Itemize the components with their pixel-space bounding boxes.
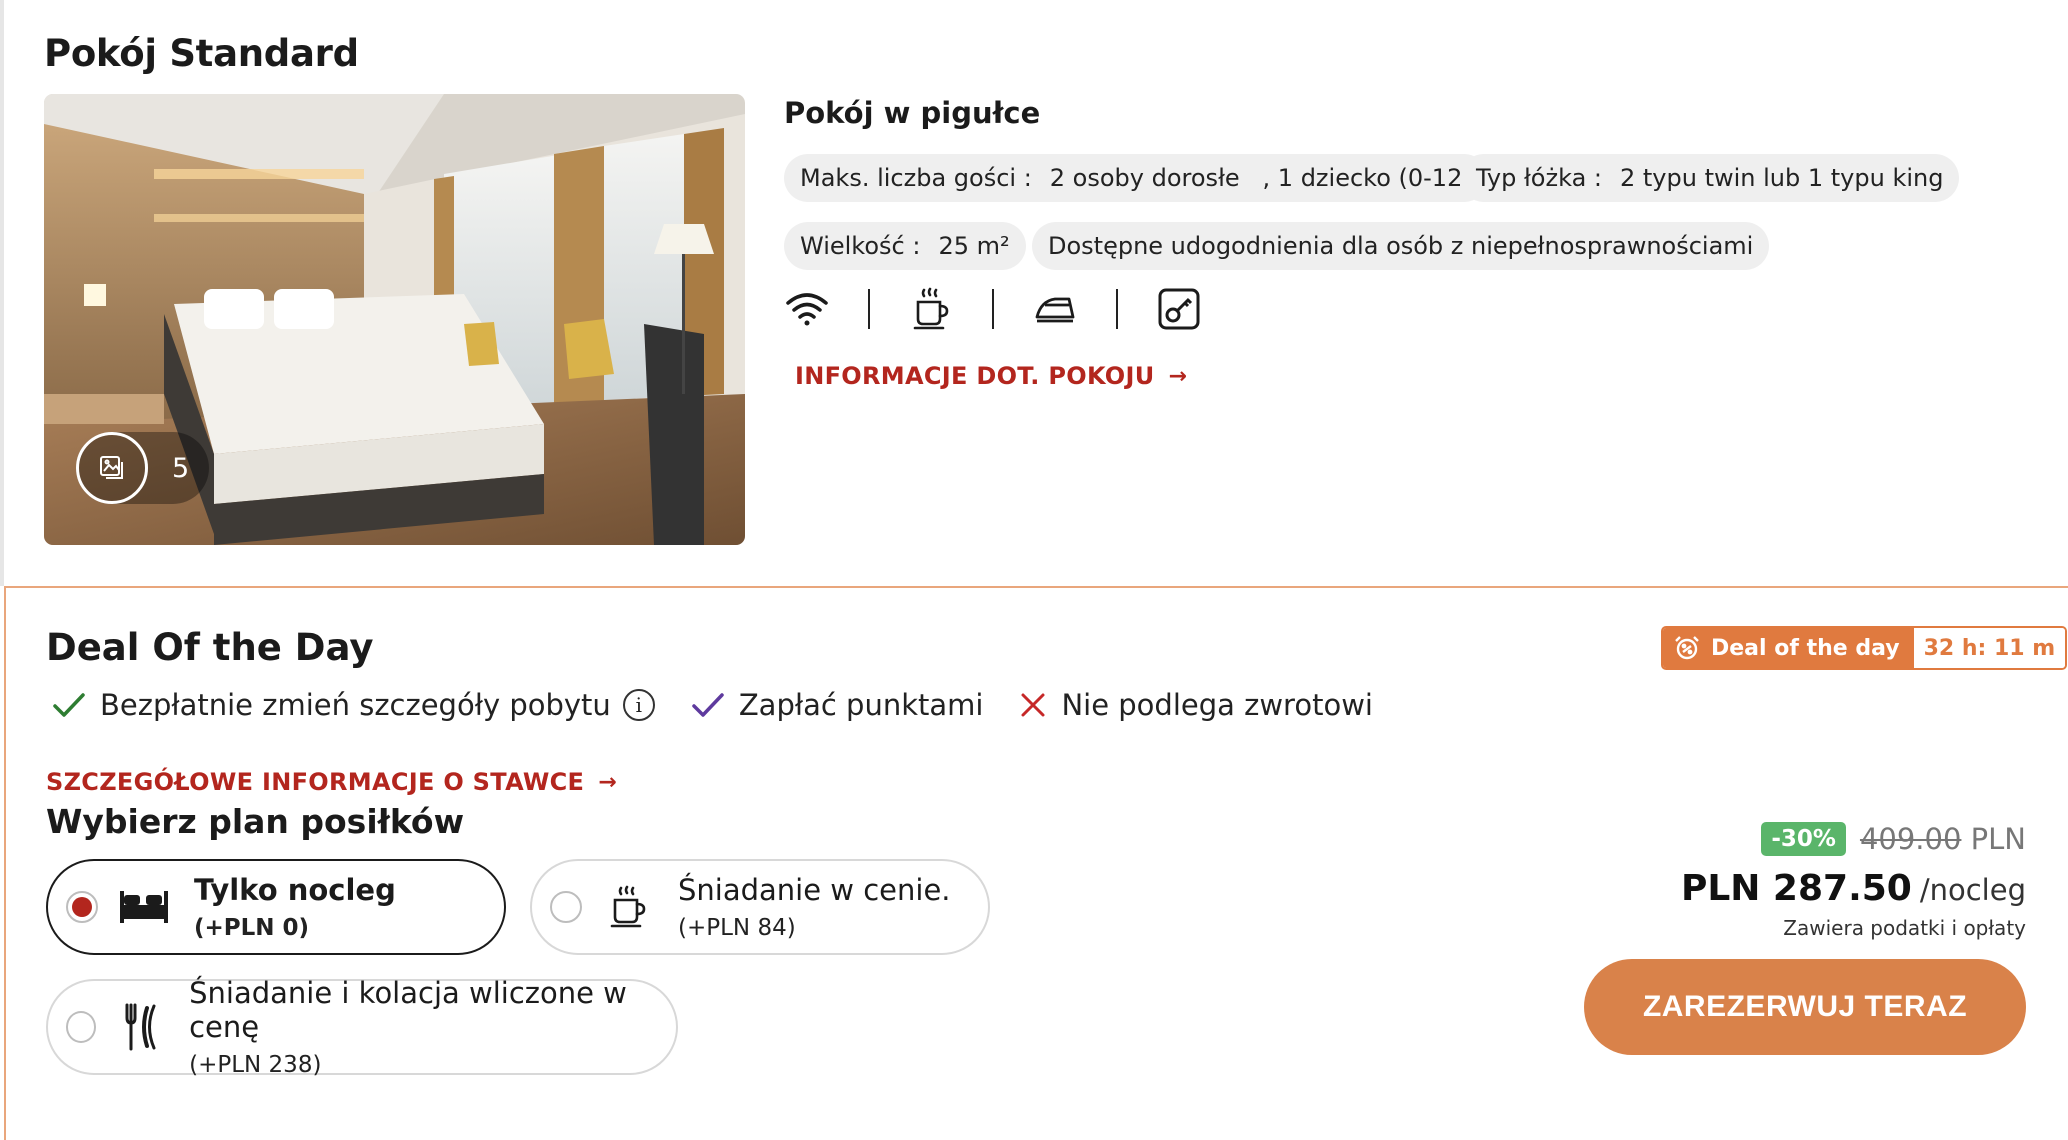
meal-price: (+PLN 238) [189,1052,322,1078]
old-price-currency: PLN [1961,822,2026,856]
gallery-count: 5 [172,452,190,484]
meal-text: Śniadanie w cenie. (+PLN 84) [678,873,951,941]
wifi-icon [784,286,830,332]
current-price-row: PLN 287.50 /nocleg [1681,868,2026,909]
price-discount-row: -30% 409.00 PLN [1761,822,2026,856]
room-info-link[interactable]: INFORMACJE DOT. POKOJU → [795,362,1187,390]
old-price: 409.00 PLN [1860,822,2026,856]
meal-radio[interactable] [66,891,98,923]
rate-perks: Bezpłatnie zmień szczegóły pobytu i Zapł… [52,688,1409,722]
old-price-amount: 409.00 [1859,822,1962,856]
check-icon [692,693,724,717]
bed-icon [116,879,172,935]
left-border [0,0,4,586]
rate-details-link-label: SZCZEGÓŁOWE INFORMACJE O STAWCE [46,768,585,796]
perk-pay-with-points-text: Zapłać punktami [738,688,984,722]
meal-name: Śniadanie w cenie. [678,873,951,907]
bed-type-chip: Typ łóżka : 2 typu twin lub 1 typu king [1460,154,1960,202]
room-title: Pokój Standard [44,32,359,75]
check-icon [53,693,85,717]
gallery-badge[interactable]: 5 [76,432,210,504]
close-icon [1021,693,1045,717]
deal-timer: 32 h: 11 m [1913,628,2066,668]
arrow-right-icon: → [1168,363,1188,389]
meal-name: Śniadanie i kolacja wliczone w cenę [189,976,627,1044]
perk-non-refundable: Nie podlega zwrotowi [1019,688,1373,722]
meal-name: Tylko nocleg [194,873,396,907]
alarm-icon [1675,636,1699,660]
meal-option-breakfast[interactable]: Śniadanie w cenie. (+PLN 84) [530,859,990,955]
amenity-divider [1116,289,1118,329]
discount-badge: -30% [1761,822,1846,856]
meal-radio[interactable] [550,891,582,923]
meal-text: Tylko nocleg (+PLN 0) [194,873,396,941]
info-icon[interactable]: i [622,689,655,721]
deal-badge-label-box: Deal of the day [1663,628,1914,668]
cutlery-icon [114,999,167,1055]
meal-price: (+PLN 84) [678,915,796,941]
room-summary-title: Pokój w pigułce [784,96,1041,130]
max-guests-label: Maks. liczba gości : [800,164,1032,192]
meal-radio[interactable] [66,1011,97,1043]
perk-free-change: Bezpłatnie zmień szczegóły pobytu i [52,688,655,722]
amenity-divider [868,289,870,329]
room-size-label: Wielkość : [800,232,921,260]
gallery-icon [76,432,148,504]
bed-type-value: 2 typu twin lub 1 typu king [1620,164,1944,192]
accessibility-chip: Dostępne udogodnienia dla osób z niepełn… [1032,222,1770,270]
per-night-label: /nocleg [1919,873,2026,907]
book-now-button[interactable]: ZAREZERWUJ TERAZ [1584,959,2026,1055]
perk-non-refundable-text: Nie podlega zwrotowi [1061,688,1373,722]
rate-details-link[interactable]: SZCZEGÓŁOWE INFORMACJE O STAWCE → [46,768,617,796]
room-info-link-label: INFORMACJE DOT. POKOJU [795,362,1155,390]
meal-price: (+PLN 0) [194,915,310,941]
amenity-icons [784,286,1202,332]
deal-title: Deal Of the Day [46,626,374,669]
max-guests-value: 2 osoby dorosłe , 1 dziecko (0-12) [1049,164,1472,192]
accessibility-text: Dostępne udogodnienia dla osób z niepełn… [1048,232,1754,260]
meal-plan-heading: Wybierz plan posiłków [46,802,465,841]
room-size-chip: Wielkość : 25 m² [784,222,1026,270]
perk-pay-with-points: Zapłać punktami [691,688,984,722]
room-photo[interactable]: 5 [44,94,745,545]
price-taxes-note: Zawiera podatki i opłaty [1783,916,2026,940]
perk-free-change-text: Bezpłatnie zmień szczegóły pobytu [100,688,611,722]
room-size-value: 25 m² [938,232,1010,260]
amenity-divider [992,289,994,329]
meal-option-room-only[interactable]: Tylko nocleg (+PLN 0) [46,859,506,955]
key-icon [1156,286,1202,332]
arrow-right-icon: → [598,769,617,795]
max-guests-chip: Maks. liczba gości : 2 osoby dorosłe , 1… [784,154,1488,202]
coffee-icon [908,286,954,332]
coffee-icon [600,879,656,935]
current-price: PLN 287.50 [1680,868,1912,909]
deal-badge-label: Deal of the day [1711,635,1900,661]
bed-type-label: Typ łóżka : [1476,164,1602,192]
meal-text: Śniadanie i kolacja wliczone w cenę (+PL… [189,976,676,1078]
iron-icon [1032,286,1078,332]
meal-option-half-board[interactable]: Śniadanie i kolacja wliczone w cenę (+PL… [46,976,678,1078]
deal-of-the-day-badge: Deal of the day 32 h: 11 m [1661,626,2068,670]
